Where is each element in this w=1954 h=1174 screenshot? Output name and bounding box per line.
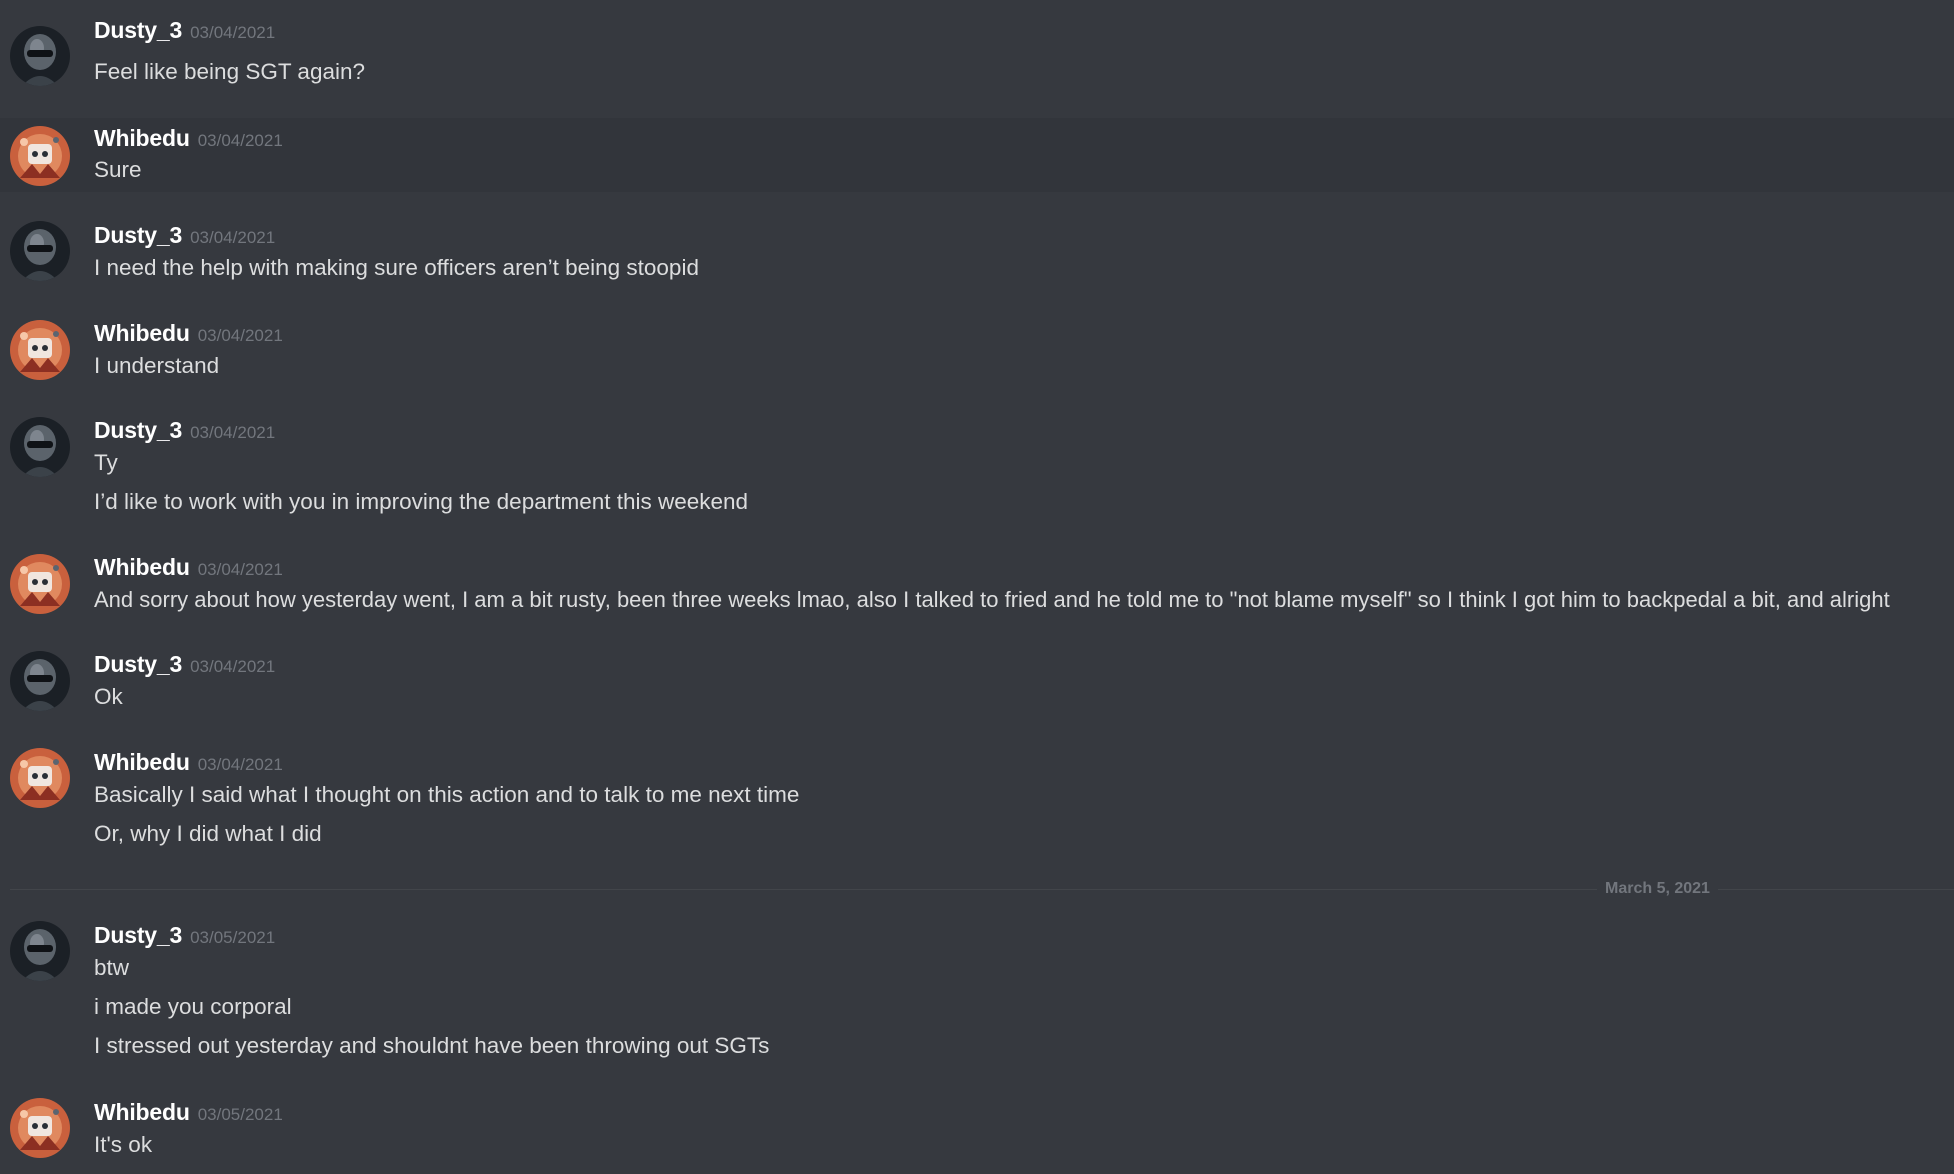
- dusty-avatar-icon[interactable]: [10, 221, 70, 281]
- message-author[interactable]: Whibedu: [94, 554, 190, 580]
- message: Whibedu 03/04/2021 I understand: [0, 308, 1954, 388]
- message-text: i made you corporal: [94, 994, 292, 1019]
- dusty-avatar-icon[interactable]: [10, 26, 70, 86]
- message-timestamp: 03/04/2021: [197, 560, 283, 579]
- message-author[interactable]: Dusty_3: [94, 922, 182, 948]
- message: Whibedu 03/04/2021 Basically I said what …: [0, 737, 1954, 857]
- message-text: Feel like being SGT again?: [94, 59, 365, 84]
- whibedu-avatar-icon[interactable]: [10, 748, 70, 808]
- message-author[interactable]: Whibedu: [94, 749, 190, 775]
- message: Whibedu 03/04/2021 And sorry about how ye…: [0, 542, 1954, 622]
- chat-messages[interactable]: Dusty_3 03/04/2021 Feel like being SGT ag…: [0, 0, 1954, 1174]
- message-author[interactable]: Dusty_3: [94, 651, 182, 677]
- message-author[interactable]: Whibedu: [94, 125, 190, 151]
- whibedu-avatar-icon[interactable]: [10, 554, 70, 614]
- message: Dusty_3 03/04/2021 Ty I’d like to work wi…: [0, 405, 1954, 525]
- dusty-avatar-icon[interactable]: [10, 417, 70, 477]
- message-author[interactable]: Dusty_3: [94, 17, 182, 43]
- message-text: It's ok: [94, 1132, 153, 1157]
- message-timestamp: 03/04/2021: [190, 228, 276, 247]
- message-timestamp: 03/05/2021: [190, 928, 276, 947]
- message-text: I stressed out yesterday and shouldnt ha…: [94, 1033, 770, 1058]
- message-text: I’d like to work with you in improving t…: [94, 489, 749, 514]
- message: Whibedu 03/04/2021 Sure: [0, 118, 1954, 192]
- message: Whibedu 03/05/2021 It's ok: [0, 1087, 1954, 1174]
- message: Dusty_3 03/04/2021 Feel like being SGT ag…: [0, 16, 1954, 96]
- message-text: I understand: [94, 353, 220, 378]
- message-author[interactable]: Whibedu: [94, 320, 190, 346]
- whibedu-avatar-icon[interactable]: [10, 126, 70, 186]
- message-timestamp: 03/04/2021: [190, 657, 276, 676]
- message-text: And sorry about how yesterday went, I am…: [94, 587, 1890, 612]
- message-author[interactable]: Whibedu: [94, 1099, 190, 1125]
- message-text: Or, why I did what I did: [94, 821, 322, 846]
- message-timestamp: 03/05/2021: [197, 1105, 283, 1124]
- whibedu-avatar-icon[interactable]: [10, 1098, 70, 1158]
- dusty-avatar-icon[interactable]: [10, 651, 70, 711]
- message-author[interactable]: Dusty_3: [94, 222, 182, 248]
- message-author[interactable]: Dusty_3: [94, 417, 182, 443]
- message-timestamp: 03/04/2021: [197, 755, 283, 774]
- message-timestamp: 03/04/2021: [197, 326, 283, 345]
- message-text: Ok: [94, 684, 123, 709]
- date-divider-label: March 5, 2021: [1597, 879, 1718, 899]
- message-text: Basically I said what I thought on this …: [94, 782, 800, 807]
- message-timestamp: 03/04/2021: [190, 23, 276, 42]
- message-timestamp: 03/04/2021: [197, 131, 283, 150]
- message: Dusty_3 03/04/2021 I need the help with m…: [0, 210, 1954, 290]
- message: Dusty_3 03/04/2021 Ok: [0, 640, 1954, 720]
- message-text: Ty: [94, 450, 118, 475]
- whibedu-avatar-icon[interactable]: [10, 320, 70, 380]
- dusty-avatar-icon[interactable]: [10, 921, 70, 981]
- message-text: Sure: [94, 157, 142, 182]
- message: Dusty_3 03/05/2021 btw i made you corpora…: [0, 910, 1954, 1070]
- message-text: I need the help with making sure officer…: [94, 255, 699, 280]
- message-text: btw: [94, 955, 130, 980]
- message-timestamp: 03/04/2021: [190, 423, 276, 442]
